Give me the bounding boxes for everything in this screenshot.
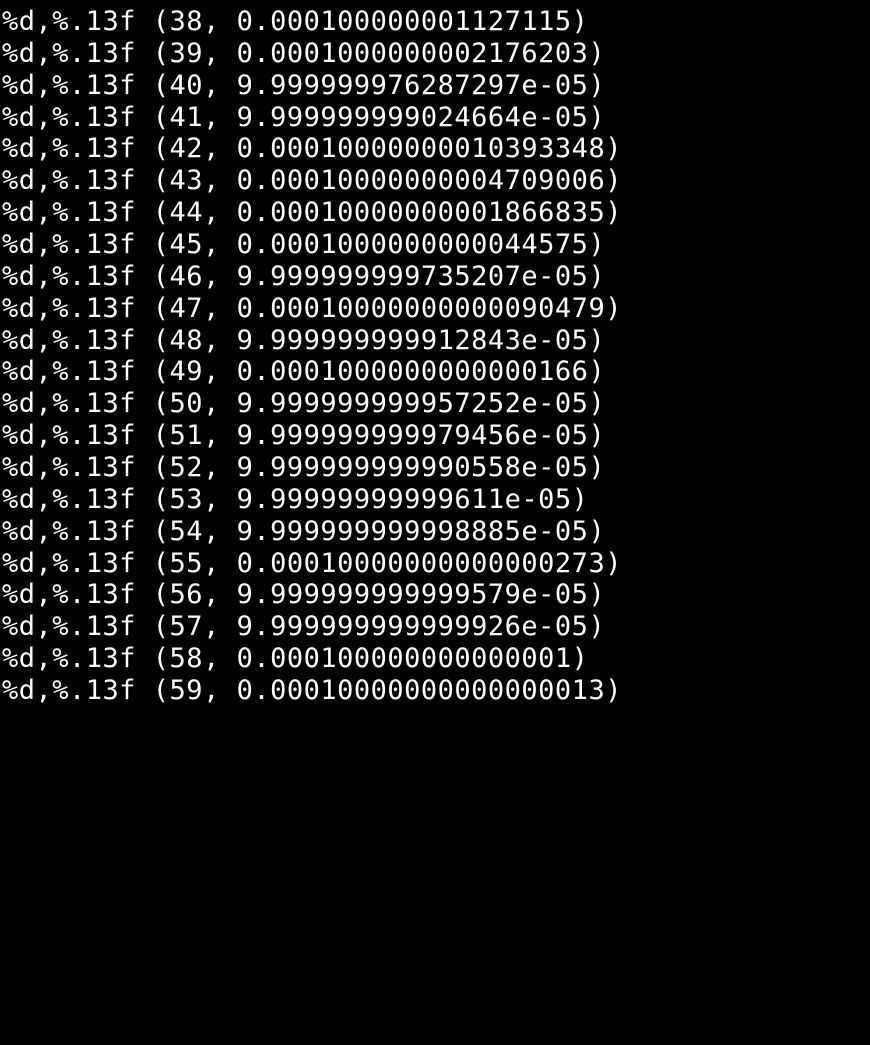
- output-line: %d,%.13f (42, 0.00010000000010393348): [2, 133, 870, 165]
- output-line: %d,%.13f (45, 0.0001000000000044575): [2, 229, 870, 261]
- output-line: %d,%.13f (51, 9.999999999979456e-05): [2, 420, 870, 452]
- output-line: %d,%.13f (53, 9.99999999999611e-05): [2, 484, 870, 516]
- output-line: %d,%.13f (44, 0.00010000000001866835): [2, 197, 870, 229]
- output-line: %d,%.13f (40, 9.999999976287297e-05): [2, 70, 870, 102]
- output-line: %d,%.13f (57, 9.999999999999926e-05): [2, 611, 870, 643]
- output-line: %d,%.13f (46, 9.999999999735207e-05): [2, 261, 870, 293]
- output-line: %d,%.13f (47, 0.00010000000000090479): [2, 293, 870, 325]
- output-line: %d,%.13f (50, 9.999999999957252e-05): [2, 388, 870, 420]
- output-line: %d,%.13f (52, 9.999999999990558e-05): [2, 452, 870, 484]
- output-line: %d,%.13f (48, 9.999999999912843e-05): [2, 325, 870, 357]
- terminal-output: %d,%.13f (38, 0.000100000001127115)%d,%.…: [0, 0, 870, 1045]
- output-line: %d,%.13f (58, 0.000100000000000001): [2, 643, 870, 675]
- output-line: %d,%.13f (38, 0.000100000001127115): [2, 6, 870, 38]
- output-line: %d,%.13f (54, 9.999999999998885e-05): [2, 516, 870, 548]
- output-line: %d,%.13f (41, 9.999999999024664e-05): [2, 102, 870, 134]
- output-line: %d,%.13f (39, 0.0001000000002176203): [2, 38, 870, 70]
- output-line: %d,%.13f (43, 0.00010000000004709006): [2, 165, 870, 197]
- output-line: %d,%.13f (59, 0.00010000000000000013): [2, 675, 870, 707]
- output-line: %d,%.13f (49, 0.0001000000000000166): [2, 356, 870, 388]
- output-line: %d,%.13f (56, 9.999999999999579e-05): [2, 579, 870, 611]
- output-line: %d,%.13f (55, 0.00010000000000000273): [2, 548, 870, 580]
